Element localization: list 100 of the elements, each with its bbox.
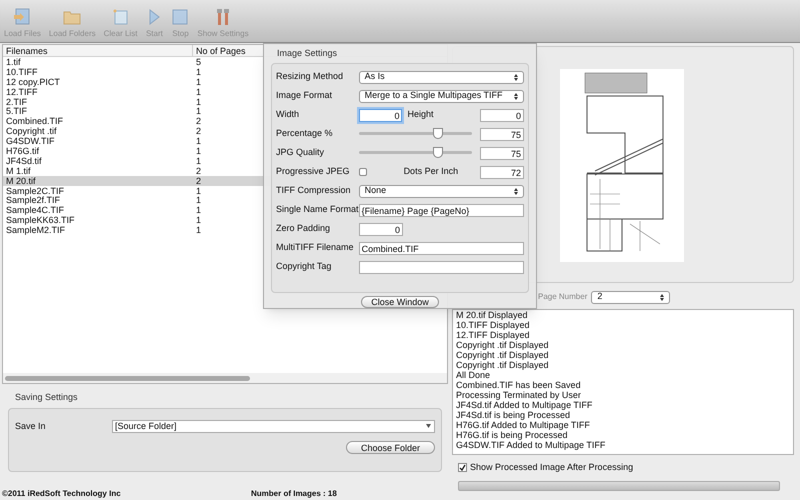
table-cell: 2 xyxy=(196,116,202,126)
table-cell: 1 xyxy=(196,136,202,146)
field-label: Save In xyxy=(15,420,47,432)
field-label: Image Format xyxy=(276,89,334,102)
table-cell: 12 copy.PICT xyxy=(6,76,60,87)
stepper-arrows-icon xyxy=(514,74,518,80)
table-cell: 1.tif xyxy=(6,57,21,67)
text-field[interactable]: {Filename} Page {PageNo} xyxy=(358,204,524,216)
table-cell: 10.TIFF xyxy=(6,66,38,77)
group-title: Saving Settings xyxy=(15,391,79,404)
dpi-field[interactable]: 72 xyxy=(480,166,524,178)
save-in-combo[interactable]: [Source Folder] xyxy=(112,420,435,433)
page-number-dropdown[interactable]: 2 xyxy=(591,290,670,304)
log-line: 10.TIFF Displayed xyxy=(456,320,531,330)
table-cell: 5 xyxy=(196,57,202,67)
table-cell: Sample4C.TIF xyxy=(6,205,64,216)
table-cell: Sample2C.TIF xyxy=(6,186,64,196)
table-cell: 1 xyxy=(196,156,202,166)
table-cell: M 1.tif xyxy=(6,166,31,176)
slider-thumb[interactable] xyxy=(433,128,444,139)
choose-folder-button[interactable]: Choose Folder xyxy=(346,441,435,454)
table-cell: SampleM2.TIF xyxy=(6,225,66,236)
log-line: Processing Terminated by User xyxy=(456,390,582,400)
table-cell: 1 xyxy=(196,106,202,116)
log-line: 12.TIFF Displayed xyxy=(456,330,531,340)
stepper-arrows-icon xyxy=(514,92,518,100)
table-cell: G4SDW.TIF xyxy=(6,136,55,146)
log-line: M 20.tif Displayed xyxy=(456,310,529,320)
stepper-arrows-icon xyxy=(514,188,518,194)
checkbox-label: Show Processed Image After Processing xyxy=(470,461,634,474)
table-cell: 1 xyxy=(196,96,202,107)
table-cell: 1 xyxy=(196,146,202,156)
value-field[interactable]: 75 xyxy=(480,128,524,140)
slider[interactable] xyxy=(358,128,472,140)
stop-icon xyxy=(171,8,190,26)
select-dropdown[interactable]: As Is xyxy=(358,70,524,84)
text-field[interactable]: Combined.TIF xyxy=(358,242,524,254)
log-line: H76G.tif Added to Multipage TIFF xyxy=(456,420,591,430)
table-cell: 2 xyxy=(196,176,202,186)
page-number-label: Page Number xyxy=(538,291,588,303)
log-line: Copyright .tif Displayed xyxy=(456,350,550,360)
table-cell: 2.TIF xyxy=(6,96,28,107)
slider[interactable] xyxy=(358,147,472,159)
field-label: Height xyxy=(406,108,434,122)
field-label: MultiTIFF Filename xyxy=(276,241,355,254)
text-field[interactable] xyxy=(358,260,524,274)
log-line: Copyright .tif Displayed xyxy=(456,340,550,350)
width-field[interactable]: 0 xyxy=(358,108,402,122)
select-dropdown[interactable]: None xyxy=(358,184,524,198)
log-line: H76G.tif is being Processed xyxy=(456,430,569,440)
height-field[interactable]: 0 xyxy=(480,108,524,122)
table-cell: SampleKK63.TIF xyxy=(6,215,75,226)
log-line: JF4Sd.tif is being Processed xyxy=(456,410,572,420)
table-cell: 5.TIF xyxy=(6,106,28,116)
table-cell: 1 xyxy=(196,215,202,226)
field-label: TIFF Compression xyxy=(276,184,352,198)
field-label: Single Name Format xyxy=(276,203,359,216)
close-window-button[interactable]: Close Window xyxy=(361,296,439,308)
table-cell: 1 xyxy=(196,205,202,216)
field-label: Copyright Tag xyxy=(276,260,332,274)
dropdown-arrow-icon xyxy=(426,424,431,428)
table-cell: 1 xyxy=(196,195,202,206)
table-cell: 2 xyxy=(196,166,202,176)
copyright-text: ©2011 iRedSoft Technology Inc xyxy=(2,488,122,500)
table-cell: Copyright .tif xyxy=(6,126,57,136)
group-title: Image Settings xyxy=(277,47,338,60)
number-field[interactable]: 0 xyxy=(359,222,403,236)
field-label: Resizing Method xyxy=(276,70,344,84)
image-count: Number of Images : 18 xyxy=(251,488,337,500)
table-cell: M 20.tif xyxy=(6,176,36,186)
stepper-arrows-icon xyxy=(660,294,664,300)
log-line: G4SDW.TIF Added to Multipage TIFF xyxy=(456,440,606,450)
field-label: Zero Padding xyxy=(276,222,332,236)
table-cell: 1 xyxy=(196,76,202,87)
field-label: Percentage % xyxy=(276,127,334,140)
table-cell: JF4Sd.tif xyxy=(6,156,42,166)
select-dropdown[interactable]: Merge to a Single Multipages TIFF xyxy=(358,90,524,102)
table-cell: 12.TIFF xyxy=(6,86,38,97)
log-line: Copyright .tif Displayed xyxy=(456,360,550,370)
table-cell: Combined.TIF xyxy=(6,116,64,126)
column-header[interactable]: Filenames xyxy=(3,45,193,56)
field-label: Dots Per Inch xyxy=(402,165,460,178)
checkbox[interactable] xyxy=(358,168,367,176)
log-line: All Done xyxy=(456,370,492,380)
field-label: Width xyxy=(276,108,300,122)
checkbox[interactable] xyxy=(458,463,467,472)
slider-thumb[interactable] xyxy=(433,147,444,158)
blank-page-icon xyxy=(112,8,130,26)
log-line: JF4Sd.tif Added to Multipage TIFF xyxy=(456,400,594,410)
field-label: JPG Quality xyxy=(276,146,326,160)
table-cell: Sample2f.TIF xyxy=(6,195,60,206)
value-field[interactable]: 75 xyxy=(480,146,524,160)
table-cell: H76G.tif xyxy=(6,146,40,156)
field-label: Progressive JPEG xyxy=(276,165,351,178)
log-line: Combined.TIF has been Saved xyxy=(456,380,582,390)
table-cell: 1 xyxy=(196,225,202,236)
table-cell: 1 xyxy=(196,186,202,196)
checkmark-icon xyxy=(459,464,466,472)
table-cell: 1 xyxy=(196,86,202,97)
scrollbar[interactable] xyxy=(5,376,250,380)
